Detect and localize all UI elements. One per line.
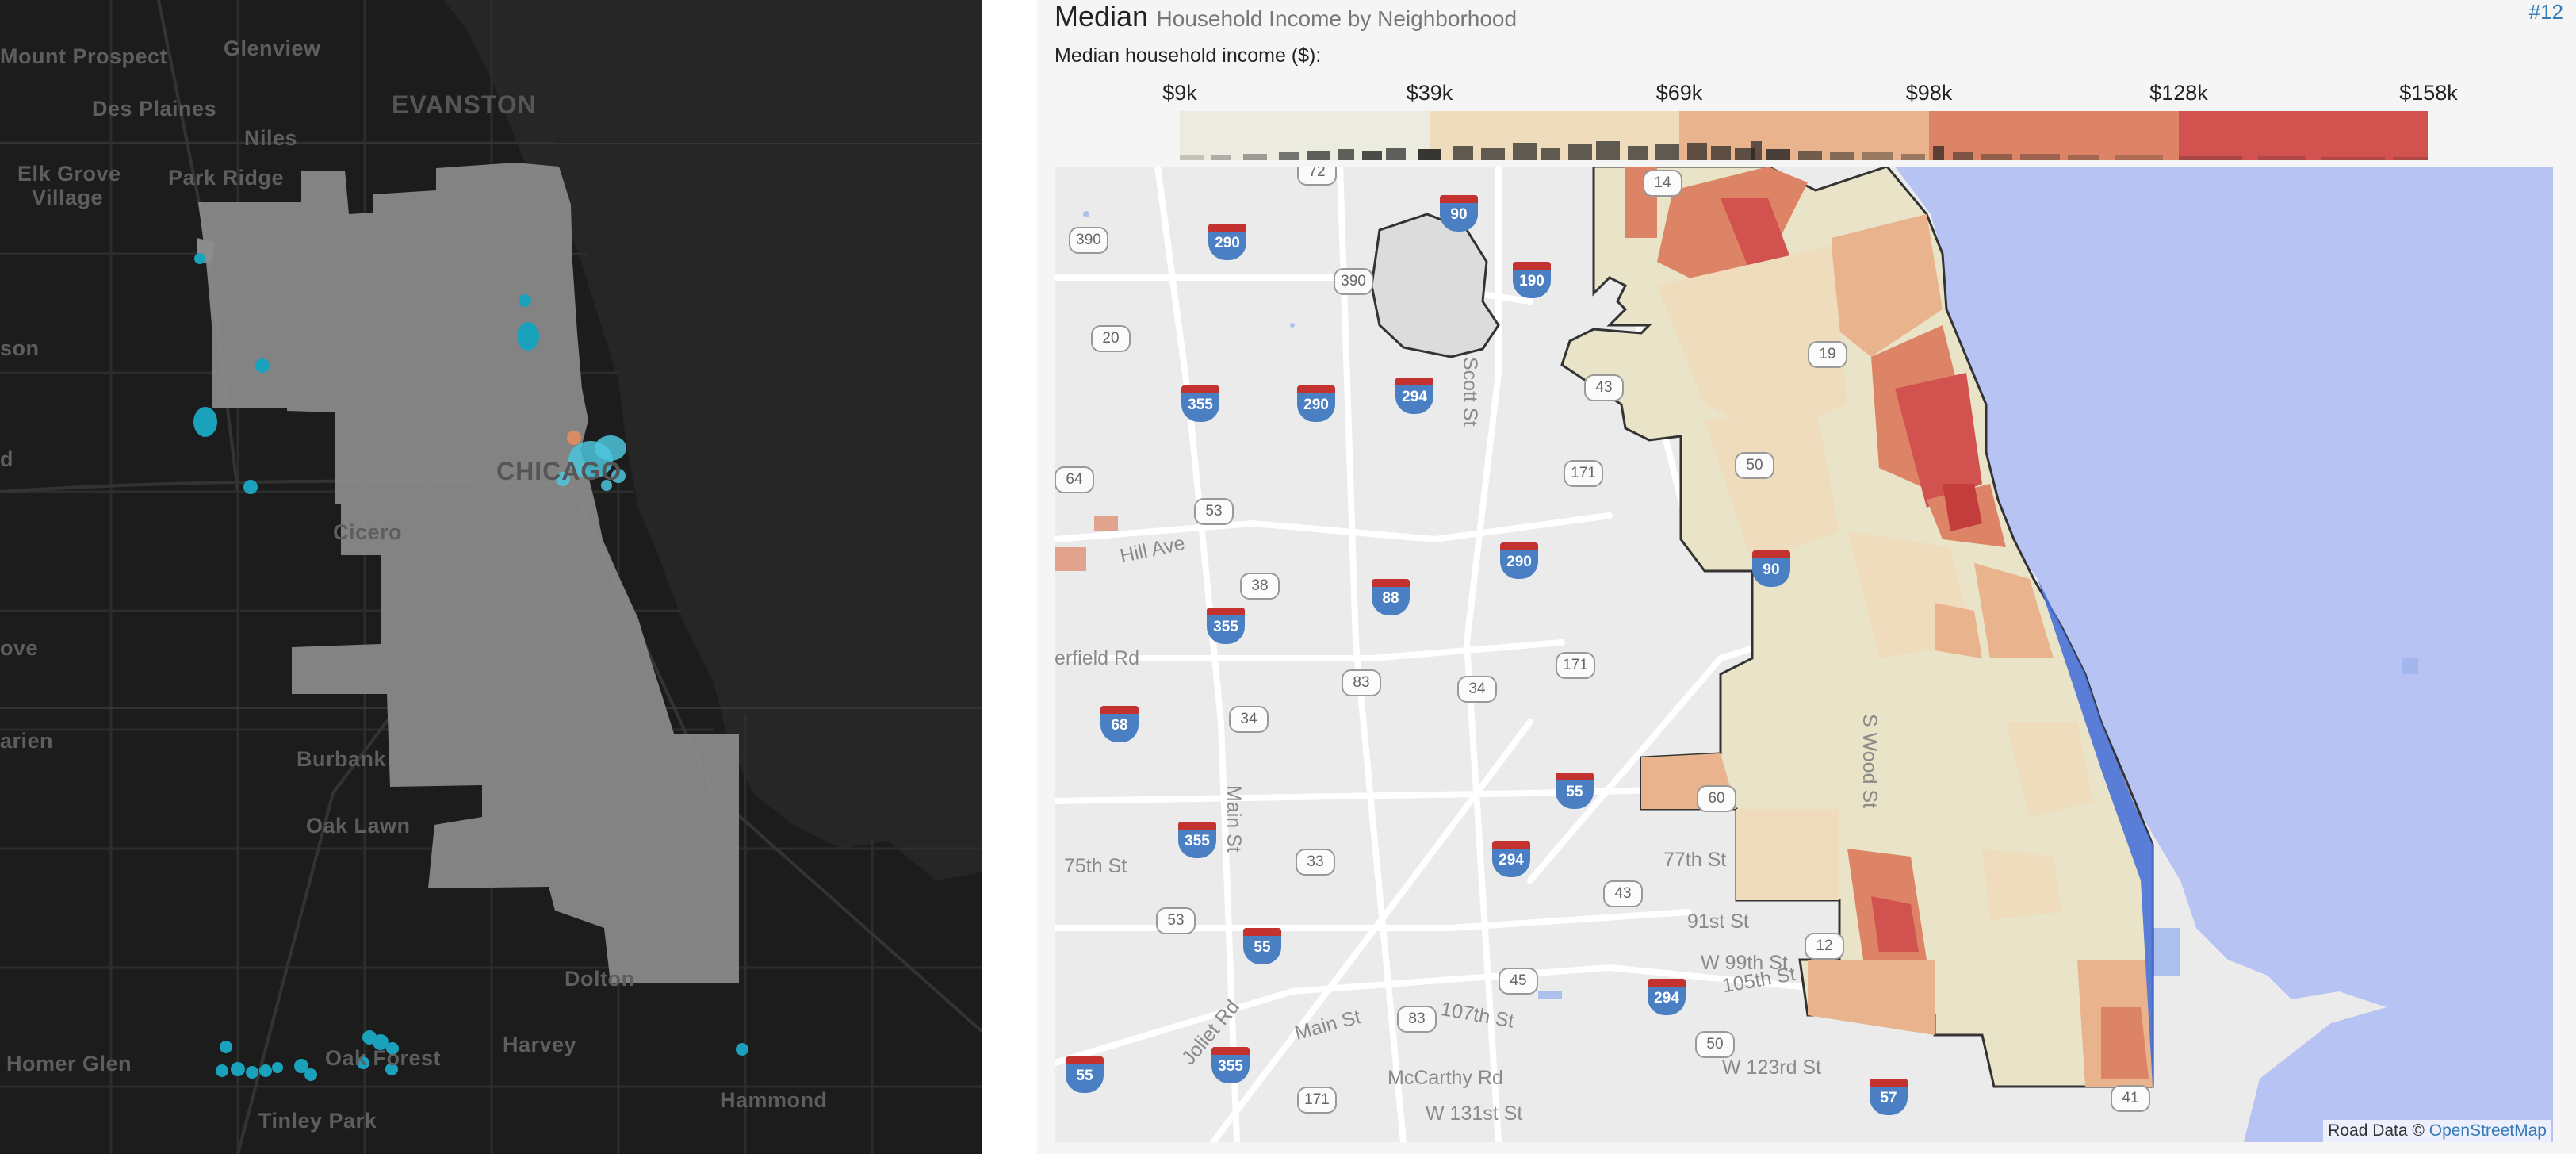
legend-tick: $98k (1905, 81, 1953, 105)
dark-map-graphics (0, 0, 982, 1154)
street-label: W 131st St (1426, 1102, 1523, 1125)
interstate-shield-icon: 290 (1297, 385, 1335, 422)
place-label: Hammond (720, 1088, 828, 1112)
interstate-shield-icon: 355 (1207, 608, 1245, 644)
choropleth-map[interactable]: Hill Ave erfield Rd 75th St Scott St Main St… (1055, 167, 2553, 1142)
route-shield-icon: 390 (1334, 268, 1373, 295)
interstate-shield-icon: 355 (1178, 822, 1216, 858)
title-main: Median (1055, 0, 1149, 33)
place-label: Niles (244, 126, 298, 150)
street-label: W 123rd St (1722, 1056, 1822, 1079)
route-shield-icon: 171 (1297, 1087, 1337, 1114)
place-label: Glenview (224, 36, 321, 60)
route-shield-icon: 41 (2111, 1085, 2150, 1112)
route-shield-icon: 72 (1297, 167, 1337, 186)
route-shield-icon: 171 (1556, 652, 1595, 679)
place-label: Elk Grove (17, 162, 121, 186)
route-shield-icon: 33 (1296, 849, 1335, 876)
route-shield-icon: 34 (1229, 706, 1269, 733)
route-shield-icon: 43 (1603, 880, 1643, 907)
street-label: 75th St (1064, 855, 1127, 877)
place-label: Cicero (333, 520, 403, 544)
place-label: Harvey (503, 1033, 577, 1056)
street-label: Scott St (1459, 357, 1481, 427)
legend-tick: $9k (1162, 81, 1197, 105)
legend-tick: $158k (2399, 81, 2458, 105)
interstate-shield-icon: 90 (1440, 195, 1478, 232)
place-label: d (0, 447, 13, 471)
place-label: EVANSTON (392, 90, 537, 119)
choropleth-graphics (1055, 167, 2553, 1142)
panel-number-link[interactable]: #12 (2529, 0, 2563, 25)
place-label: Oak Forest (325, 1046, 442, 1070)
interstate-shield-icon: 355 (1211, 1047, 1250, 1083)
legend-tick: $128k (2149, 81, 2208, 105)
route-shield-icon: 60 (1697, 785, 1736, 812)
legend-label: Median household income ($): (1055, 44, 1322, 67)
route-shield-icon: 64 (1055, 466, 1094, 493)
dark-base-map[interactable]: Mount Prospect Glenview Des Plaines EVANSTO… (0, 0, 982, 1154)
route-shield-icon: 34 (1457, 676, 1497, 703)
route-shield-icon: 53 (1194, 498, 1234, 525)
street-label: S Wood St (1858, 714, 1881, 809)
route-shield-icon: 50 (1735, 452, 1774, 479)
place-label: ove (0, 636, 39, 660)
route-shield-icon: 171 (1564, 460, 1603, 487)
place-label: arien (0, 729, 54, 753)
interstate-shield-icon: 55 (1066, 1056, 1104, 1093)
route-shield-icon: 43 (1584, 374, 1624, 401)
interstate-shield-icon: 68 (1100, 706, 1139, 742)
street-label: erfield Rd (1055, 647, 1139, 669)
place-label: CHICAGO (496, 457, 622, 485)
street-label: Main St (1223, 785, 1245, 853)
place-label: son (0, 336, 40, 360)
route-shield-icon: 20 (1091, 325, 1131, 352)
panel-gap (982, 0, 1037, 1154)
title-subtitle: Household Income by Neighborhood (1156, 6, 1518, 31)
interstate-shield-icon: 294 (1648, 979, 1686, 1015)
place-label: Homer Glen (6, 1052, 132, 1075)
interstate-shield-icon: 55 (1556, 773, 1594, 809)
street-label: McCarthy Rd (1388, 1067, 1503, 1089)
route-shield-icon: 12 (1805, 933, 1844, 960)
interstate-shield-icon: 190 (1513, 262, 1551, 298)
interstate-shield-icon: 355 (1181, 385, 1219, 422)
interstate-shield-icon: 88 (1372, 579, 1410, 615)
interstate-shield-icon: 57 (1870, 1079, 1908, 1115)
legend-tick: $69k (1655, 81, 1703, 105)
panel-title: Median Household Income by Neighborhood (1055, 0, 1517, 40)
place-label: Burbank (297, 747, 387, 771)
route-shield-icon: 390 (1069, 227, 1108, 254)
route-shield-icon: 83 (1342, 669, 1381, 696)
route-shield-icon: 50 (1695, 1031, 1735, 1058)
route-shield-icon: 53 (1156, 907, 1196, 934)
legend-color-scale[interactable] (1180, 111, 2428, 160)
place-label: Tinley Park (258, 1109, 377, 1133)
route-shield-icon: 19 (1808, 341, 1847, 368)
place-label: Dolton (565, 967, 635, 991)
place-label: Oak Lawn (306, 814, 411, 838)
interstate-shield-icon: 294 (1492, 841, 1530, 877)
street-label: 91st St (1687, 911, 1749, 933)
legend-swatch-5 (2179, 111, 2428, 160)
attribution-text: Road Data © (2328, 1121, 2425, 1140)
interstate-shield-icon: 290 (1500, 542, 1538, 579)
place-label: Des Plaines (92, 97, 217, 121)
route-shield-icon: 83 (1397, 1006, 1437, 1033)
place-label: Park Ridge (168, 166, 285, 190)
street-label: 77th St (1663, 849, 1727, 871)
interstate-shield-icon: 90 (1752, 550, 1790, 587)
route-shield-icon: 14 (1643, 170, 1682, 197)
place-label: Village (32, 186, 104, 209)
info-panel: Median Household Income by Neighborhood … (1037, 0, 2576, 1154)
osm-link[interactable]: OpenStreetMap (2429, 1121, 2547, 1140)
interstate-shield-icon: 294 (1395, 378, 1433, 414)
interstate-shield-icon: 55 (1243, 928, 1281, 964)
interstate-shield-icon: 290 (1208, 224, 1246, 260)
map-attribution: Road Data © OpenStreetMap (2323, 1120, 2551, 1142)
legend-tick: $39k (1406, 81, 1453, 105)
place-label: Mount Prospect (0, 44, 168, 68)
route-shield-icon: 45 (1499, 968, 1538, 995)
route-shield-icon: 38 (1240, 573, 1280, 600)
